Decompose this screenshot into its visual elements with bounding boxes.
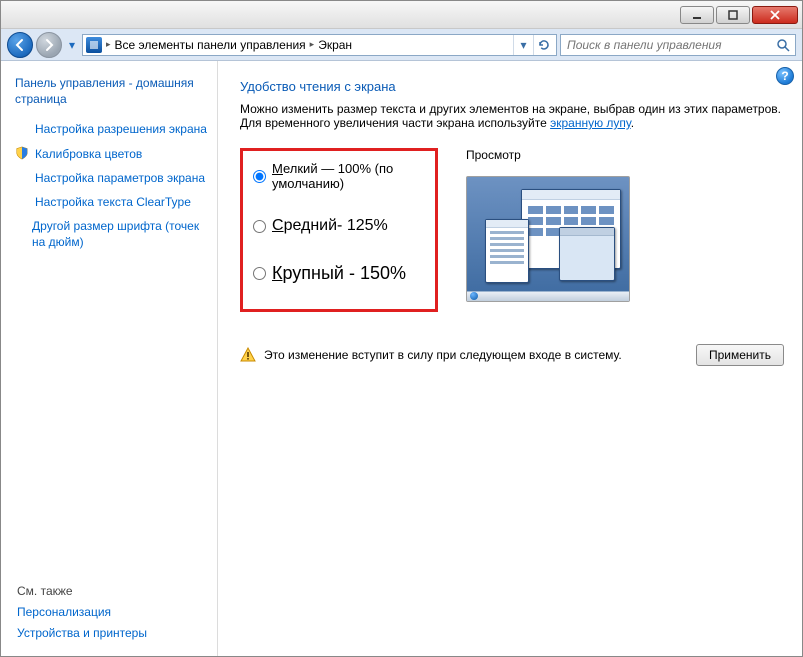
- radio-large[interactable]: Крупный - 150%: [253, 263, 423, 284]
- size-options-highlight: Мелкий — 100% (по умолчанию) Средний- 12…: [240, 148, 438, 312]
- address-bar[interactable]: ▸ Все элементы панели управления ▸ Экран…: [82, 34, 557, 56]
- radio-large-input[interactable]: [253, 267, 266, 280]
- warning-icon: [240, 347, 256, 363]
- radio-medium-input[interactable]: [253, 220, 266, 233]
- sidebar: Панель управления - домашняя страница На…: [1, 61, 218, 656]
- control-panel-icon: [86, 37, 102, 53]
- search-icon[interactable]: [775, 37, 791, 53]
- search-box[interactable]: [560, 34, 796, 56]
- address-dropdown-button[interactable]: ▾: [513, 35, 533, 55]
- see-also-devices-printers[interactable]: Устройства и принтеры: [17, 625, 217, 641]
- sidebar-link-custom-dpi[interactable]: Другой размер шрифта (точек на дюйм): [32, 218, 207, 250]
- help-button[interactable]: ?: [776, 67, 794, 85]
- see-also-personalization[interactable]: Персонализация: [17, 604, 217, 620]
- preview-thumbnail: [466, 176, 630, 302]
- sidebar-home-link[interactable]: Панель управления - домашняя страница: [15, 75, 217, 107]
- minimize-button[interactable]: [680, 6, 714, 24]
- navbar: ▾ ▸ Все элементы панели управления ▸ Экр…: [1, 29, 802, 61]
- history-dropdown-button[interactable]: ▾: [65, 32, 79, 58]
- maximize-button[interactable]: [716, 6, 750, 24]
- refresh-button[interactable]: [533, 35, 553, 55]
- breadcrumb-parent[interactable]: Все элементы панели управления: [115, 38, 306, 52]
- sidebar-link-cleartype[interactable]: Настройка текста ClearType: [35, 194, 191, 210]
- description-text: Можно изменить размер текста и других эл…: [240, 102, 784, 130]
- breadcrumb: Все элементы панели управления ▸ Экран: [115, 38, 353, 52]
- sidebar-link-resolution[interactable]: Настройка разрешения экрана: [35, 121, 207, 137]
- control-panel-window: ▾ ▸ Все элементы панели управления ▸ Экр…: [0, 0, 803, 657]
- warning-message: Это изменение вступит в силу при следующ…: [240, 347, 686, 363]
- forward-button[interactable]: [36, 32, 62, 58]
- sidebar-link-display-settings[interactable]: Настройка параметров экрана: [35, 170, 205, 186]
- shield-icon: [15, 146, 29, 160]
- magnifier-link[interactable]: экранную лупу: [550, 116, 631, 130]
- radio-small-input[interactable]: [253, 170, 266, 183]
- see-also-section: См. также Персонализация Устройства и пр…: [15, 578, 217, 646]
- titlebar: [1, 1, 802, 29]
- search-input[interactable]: [565, 37, 771, 53]
- radio-medium[interactable]: Средний- 125%: [253, 217, 423, 235]
- radio-small[interactable]: Мелкий — 100% (по умолчанию): [253, 161, 423, 191]
- apply-button[interactable]: Применить: [696, 344, 784, 366]
- see-also-label: См. также: [17, 584, 217, 598]
- preview-label: Просмотр: [466, 148, 784, 162]
- breadcrumb-current[interactable]: Экран: [318, 38, 352, 52]
- sidebar-link-color-calibration[interactable]: Калибровка цветов: [35, 146, 142, 162]
- back-button[interactable]: [7, 32, 33, 58]
- main-panel: ? Удобство чтения с экрана Можно изменит…: [218, 61, 802, 656]
- close-button[interactable]: [752, 6, 798, 24]
- page-title: Удобство чтения с экрана: [240, 79, 784, 94]
